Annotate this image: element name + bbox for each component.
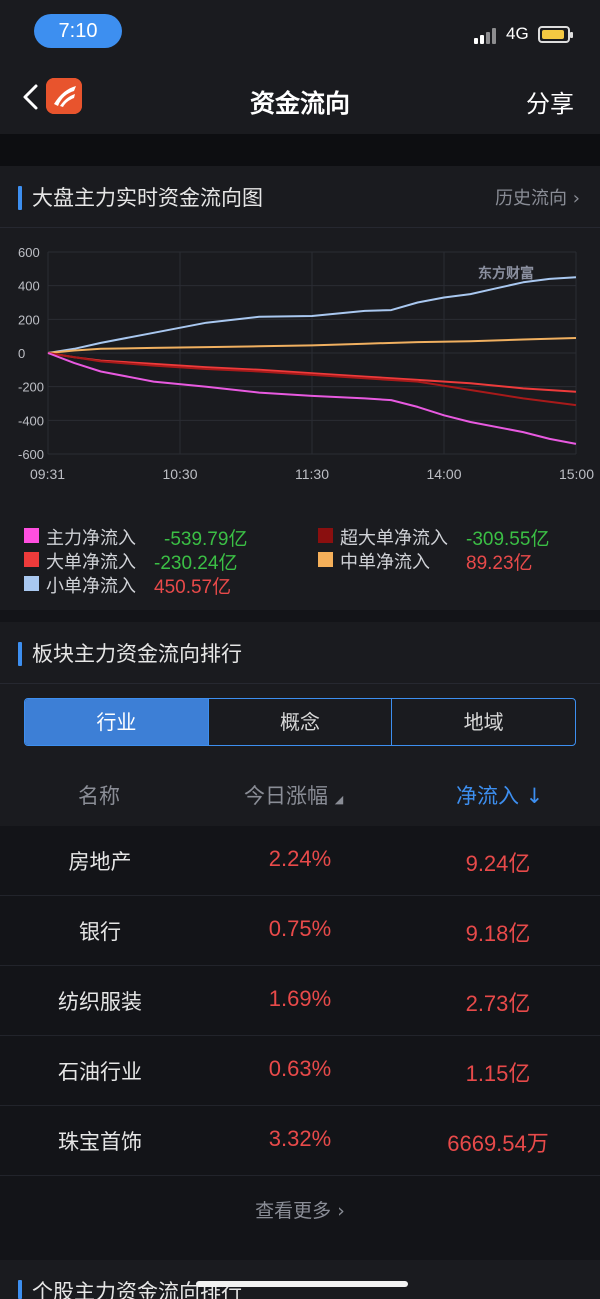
- legend-label: 中单净流入: [340, 552, 430, 573]
- y-tick-label: -200: [18, 380, 44, 395]
- table-row[interactable]: 房地产 2.24% 9.24亿: [0, 826, 600, 896]
- legend-value: -539.79亿: [164, 529, 248, 550]
- sector-net-inflow: 1.15亿: [465, 1061, 531, 1086]
- table-header: 名称 今日涨幅 ◢ 净流入 ↓: [0, 762, 600, 826]
- section-accent: [18, 642, 22, 666]
- legend-value: -230.24亿: [154, 553, 238, 574]
- column-change-label: 今日涨幅: [244, 784, 328, 808]
- x-tick-label: 11:30: [295, 466, 329, 482]
- sector-change: 0.75%: [268, 916, 332, 941]
- legend-label: 主力净流入: [46, 528, 136, 549]
- stock-section-title: 个股主力资金流向排行: [32, 1280, 242, 1299]
- tab-industry[interactable]: 行业: [25, 699, 208, 745]
- y-tick-label: -400: [18, 413, 44, 428]
- sector-name: 石油行业: [58, 1060, 142, 1084]
- sector-net-inflow: 9.18亿: [465, 921, 531, 946]
- x-tick-label: 09:31: [30, 466, 65, 482]
- status-time: 7:10: [34, 14, 122, 48]
- share-button[interactable]: 分享: [526, 84, 574, 119]
- stock-section: 个股主力资金流向排行: [0, 1260, 600, 1299]
- history-link-label: 历史流向: [495, 188, 568, 209]
- legend-value: 450.57亿: [154, 577, 232, 598]
- legend-label: 小单净流入: [46, 576, 136, 597]
- chevron-right-icon: ›: [572, 188, 580, 209]
- legend-label: 大单净流入: [46, 552, 136, 573]
- sector-change: 2.24%: [268, 846, 332, 871]
- chevron-right-icon: ›: [337, 1200, 345, 1222]
- y-tick-label: 200: [18, 312, 40, 327]
- legend-value: 89.23亿: [466, 553, 533, 574]
- table-row[interactable]: 珠宝首饰 3.32% 6669.54万: [0, 1106, 600, 1176]
- divider: [0, 134, 600, 166]
- network-type: 4G: [506, 24, 529, 43]
- tab-concept[interactable]: 概念: [207, 699, 392, 745]
- y-tick-label: 400: [18, 279, 40, 294]
- sector-change: 0.63%: [268, 1056, 332, 1081]
- sector-change: 3.32%: [268, 1126, 332, 1151]
- sector-change: 1.69%: [268, 986, 332, 1011]
- section-accent: [18, 186, 22, 210]
- signal-icon: [474, 28, 500, 44]
- view-more-label: 查看更多: [255, 1200, 332, 1222]
- table-row[interactable]: 银行 0.75% 9.18亿: [0, 896, 600, 966]
- sort-triangle-icon: ◢: [334, 793, 344, 806]
- battery-icon: [538, 26, 573, 43]
- column-name: 名称: [78, 784, 120, 808]
- x-tick-label: 10:30: [162, 466, 197, 482]
- home-indicator: [196, 1281, 408, 1287]
- sector-net-inflow: 2.73亿: [465, 991, 531, 1016]
- tab-region[interactable]: 地域: [391, 699, 575, 745]
- column-net-inflow[interactable]: 净流入 ↓: [456, 780, 543, 810]
- chart-section-header: 大盘主力实时资金流向图 历史流向 ›: [0, 166, 600, 228]
- sector-name: 房地产: [68, 850, 132, 874]
- sector-net-inflow: 9.24亿: [465, 851, 531, 876]
- y-tick-label: 0: [18, 346, 25, 361]
- history-flow-link[interactable]: 历史流向 ›: [495, 184, 580, 210]
- table-row[interactable]: 石油行业 0.63% 1.15亿: [0, 1036, 600, 1106]
- y-tick-label: -600: [18, 447, 44, 462]
- legend-label: 超大单净流入: [340, 528, 448, 549]
- chart-section-title: 大盘主力实时资金流向图: [32, 186, 263, 210]
- watermark: 东方财富: [478, 265, 534, 282]
- sector-name: 纺织服装: [58, 990, 142, 1014]
- sector-net-inflow: 6669.54万: [447, 1131, 549, 1156]
- ranking-tabs: 行业 概念 地域: [24, 698, 576, 746]
- page-title: 资金流向: [249, 89, 350, 118]
- sector-name: 珠宝首饰: [58, 1130, 142, 1154]
- status-bar: 7:10 4G: [0, 0, 600, 62]
- legend-swatch: [24, 576, 39, 591]
- legend-swatch: [24, 552, 39, 567]
- legend-swatch: [318, 528, 333, 543]
- table-row[interactable]: 纺织服装 1.69% 2.73亿: [0, 966, 600, 1036]
- legend-swatch: [318, 552, 333, 567]
- x-tick-label: 14:00: [426, 466, 461, 482]
- legend-value: -309.55亿: [466, 529, 550, 550]
- ranking-section-header: 板块主力资金流向排行: [0, 622, 600, 684]
- y-tick-label: 600: [18, 245, 40, 260]
- column-change[interactable]: 今日涨幅 ◢: [244, 780, 343, 810]
- sector-name: 银行: [79, 920, 121, 944]
- x-tick-label: 15:00: [559, 466, 594, 482]
- fund-flow-chart: 600 400 200 0 -200 -400 -600 09:31 10:30 11:30 14:…: [18, 245, 594, 482]
- ranking-section-title: 板块主力资金流向排行: [32, 642, 242, 666]
- view-more-link[interactable]: 查看更多 ›: [0, 1196, 600, 1223]
- legend-swatch: [24, 528, 39, 543]
- section-accent: [18, 1280, 22, 1299]
